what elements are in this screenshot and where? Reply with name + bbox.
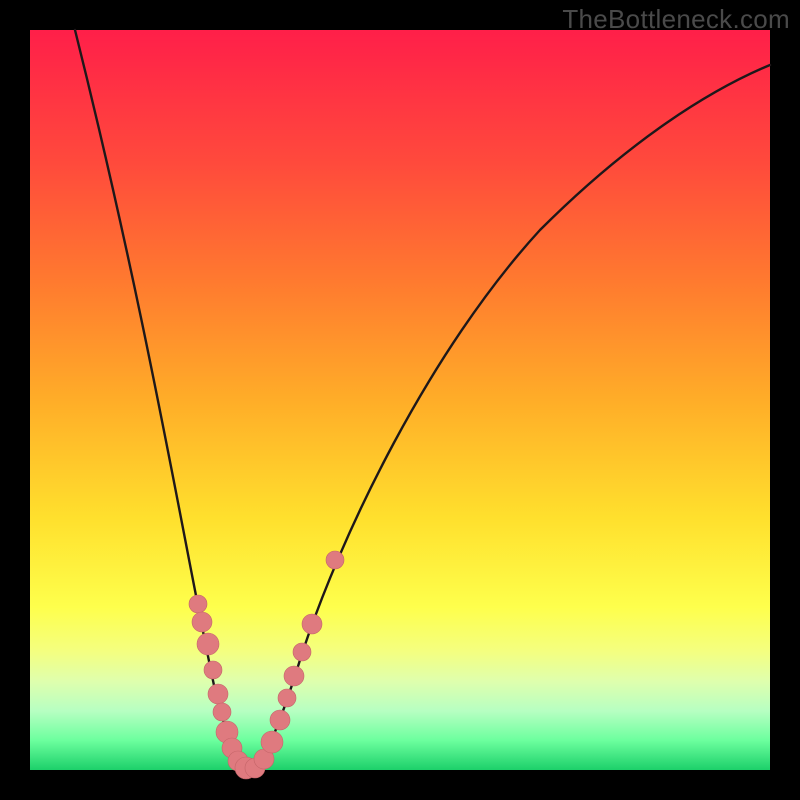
curve-svg [30,30,770,775]
data-point [197,633,219,655]
bottleneck-curve [75,30,770,770]
data-points-group [189,551,344,779]
data-point [302,614,322,634]
data-point [261,731,283,753]
data-point [293,643,311,661]
data-point [284,666,304,686]
data-point [326,551,344,569]
data-point [208,684,228,704]
data-point [270,710,290,730]
plot-area [30,30,770,770]
chart-frame: TheBottleneck.com [0,0,800,800]
data-point [204,661,222,679]
data-point [189,595,207,613]
data-point [213,703,231,721]
data-point [192,612,212,632]
data-point [278,689,296,707]
